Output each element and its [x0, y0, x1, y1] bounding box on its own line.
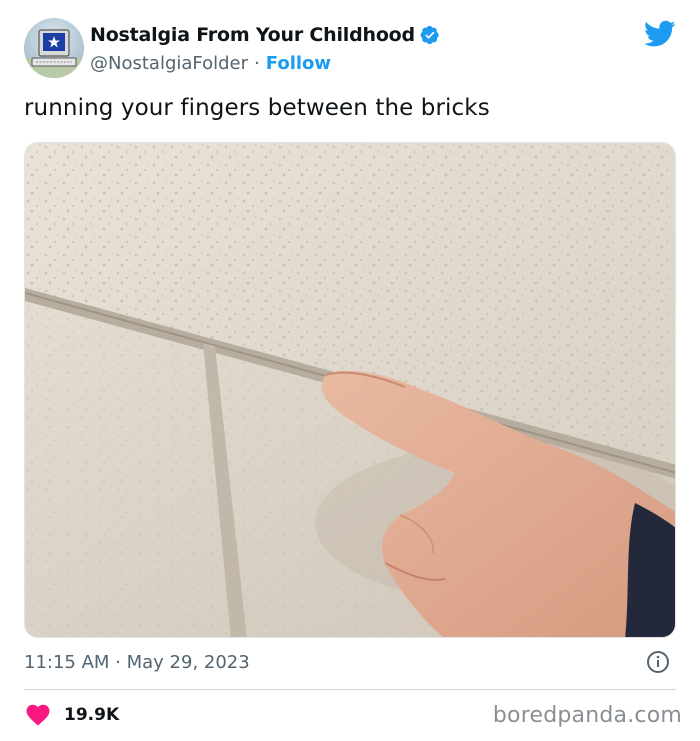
source-watermark: boredpanda.com — [492, 703, 682, 728]
avatar[interactable] — [24, 18, 84, 78]
display-name[interactable]: Nostalgia From Your Childhood — [90, 24, 415, 46]
author-handle[interactable]: @NostalgiaFolder — [90, 53, 248, 74]
like-count: 19.9K — [64, 705, 120, 725]
info-icon[interactable] — [646, 650, 670, 674]
divider — [24, 689, 676, 690]
tweet-meta-row: 11:15 AM · May 29, 2023 — [24, 648, 676, 676]
tweet-timestamp[interactable]: 11:15 AM · May 29, 2023 — [24, 652, 250, 673]
heart-icon[interactable] — [26, 704, 50, 726]
twitter-bird-icon[interactable] — [644, 20, 676, 48]
handle-row: @NostalgiaFolder · Follow — [90, 50, 331, 76]
tweet-header: Nostalgia From Your Childhood @Nostalgia… — [24, 18, 676, 80]
follow-button[interactable]: Follow — [266, 53, 331, 74]
finger-on-brick-wall-photo — [25, 143, 675, 637]
like-action[interactable]: 19.9K — [26, 702, 119, 728]
tweet-media-photo[interactable] — [24, 142, 676, 638]
retro-computer-icon — [24, 29, 84, 78]
name-row: Nostalgia From Your Childhood — [90, 22, 440, 48]
separator-dot: · — [254, 52, 260, 74]
tweet-text: running your fingers between the bricks — [24, 95, 490, 121]
verified-badge-icon — [420, 25, 440, 45]
